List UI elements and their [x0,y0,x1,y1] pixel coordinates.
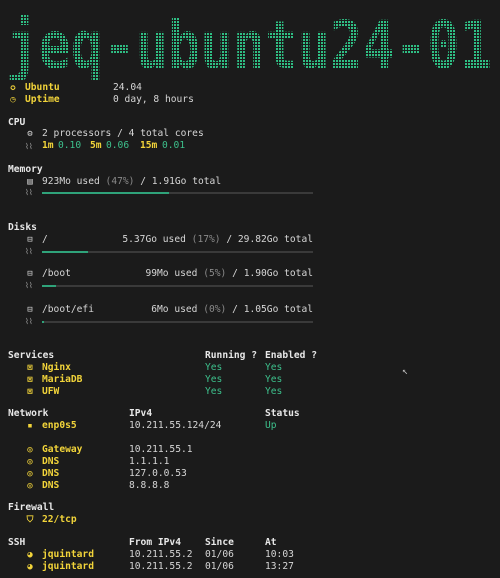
service-icon: ⊠ [27,387,33,397]
service-name: MariaDB [42,374,83,385]
service-icon: ⊠ [27,363,33,373]
service-enabled: Yes [265,386,283,397]
clock-icon: ◷ [10,95,16,105]
service-name: Nginx [42,362,71,373]
disk-usage-bar [42,285,313,287]
memory-used: 923Mo used (47%) / 1.91Go total [42,176,222,187]
service-running: Yes [205,362,223,373]
ssh-col-at: At [265,537,277,548]
system-value-ubuntu: 24.04 [113,82,142,93]
service-enabled: Yes [265,362,283,373]
disk-usage-text: 99Mo used (5%) / 1.90Go total [145,268,313,279]
service-running: Yes [205,386,223,397]
resolver-label: Gateway [42,444,83,455]
mouse-cursor-icon: ↖ [402,366,409,377]
service-name: UFW [42,386,60,397]
disk-usage-text: 5.37Go used (17%) / 29.82Go total [122,234,313,245]
cpu-load-value-1m: 0.10 [58,140,82,151]
gateway-icon: ◎ [27,445,33,455]
hostname-text: jeq-ubuntu24-01 [6,7,492,80]
disk-usage-text: 6Mo used (0%) / 1.05Go total [151,304,313,315]
cpu-load-value-5m: 0.06 [106,140,130,151]
disk-icon: ⊟ [27,235,33,245]
ssh-from: 10.211.55.2 [129,561,193,572]
disks-heading: Disks [8,222,37,233]
cpu-load-label-15m: 15m [140,140,158,151]
disk-usage-bar [42,321,313,323]
disk-icon: ⊟ [27,269,33,279]
ssh-user: jquintard [42,561,94,572]
cpu-load-value-15m: 0.01 [162,140,186,151]
network-col-status: Status [265,408,300,419]
firewall-heading: Firewall [8,502,55,513]
ssh-since: 01/06 [205,561,234,572]
services-heading: Services [8,350,55,361]
resolver-ip: 127.0.0.53 [129,468,187,479]
dns-icon: ◎ [27,481,33,491]
ssh-heading: SSH [8,537,26,548]
user-icon: ◕ [27,562,33,572]
disk-usage-bar [42,251,313,253]
cpu-heading: CPU [8,117,26,128]
service-running: Yes [205,374,223,385]
ssh-col-since: Since [205,537,234,548]
memory-usage-bar [42,192,313,194]
ssh-from: 10.211.55.2 [129,549,193,560]
system-label-ubuntu: Ubuntu [25,82,60,93]
resolver-label: DNS [42,480,60,491]
ssh-user: jquintard [42,549,94,560]
resolver-ip: 10.211.55.1 [129,444,193,455]
network-heading: Network [8,408,49,419]
activity-icon: ⌇⌇ [25,281,33,290]
gear-icon: ⚙ [27,129,33,139]
network-col-ipv4: IPv4 [129,408,153,419]
disk-mount: / [42,234,48,245]
disk-mount: /boot [42,268,71,279]
ubuntu-icon: ✪ [10,83,16,93]
dns-icon: ◎ [27,457,33,467]
memory-icon: ▤ [27,177,33,187]
memory-heading: Memory [8,164,43,175]
resolver-ip: 8.8.8.8 [129,480,170,491]
activity-icon: ⌇⌇ [25,317,33,326]
resolver-label: DNS [42,468,60,479]
interface-ip: 10.211.55.124/24 [129,420,222,431]
interface-status: Up [265,420,277,431]
disk-mount: /boot/efi [42,304,94,315]
activity-icon: ⌇⌇ [25,188,33,197]
ssh-at: 10:03 [265,549,294,560]
shield-icon: ⛉ [26,515,34,525]
firewall-rule: 22/tcp [42,514,77,525]
services-col-enabled: Enabled ? [265,350,317,361]
network-interface-icon: ▪ [27,421,33,431]
system-value-uptime: 0 day, 8 hours [113,94,194,105]
ssh-at: 13:27 [265,561,294,572]
activity-icon: ⌇⌇ [25,247,33,256]
resolver-label: DNS [42,456,60,467]
services-col-running: Running ? [205,350,257,361]
cpu-load-label-1m: 1m [42,140,54,151]
disk-icon: ⊟ [27,305,33,315]
hostname-banner: jeq-ubuntu24-01 [6,7,492,80]
system-label-uptime: Uptime [25,94,60,105]
service-icon: ⊠ [27,375,33,385]
interface-name: enp0s5 [42,420,77,431]
cpu-summary: 2 processors / 4 total cores [42,128,204,139]
ssh-since: 01/06 [205,549,234,560]
ssh-col-from: From IPv4 [129,537,181,548]
resolver-ip: 1.1.1.1 [129,456,170,467]
cpu-load-label-5m: 5m [90,140,102,151]
service-enabled: Yes [265,374,283,385]
activity-icon: ⌇⌇ [25,142,33,151]
dns-icon: ◎ [27,469,33,479]
user-icon: ◕ [27,550,33,560]
